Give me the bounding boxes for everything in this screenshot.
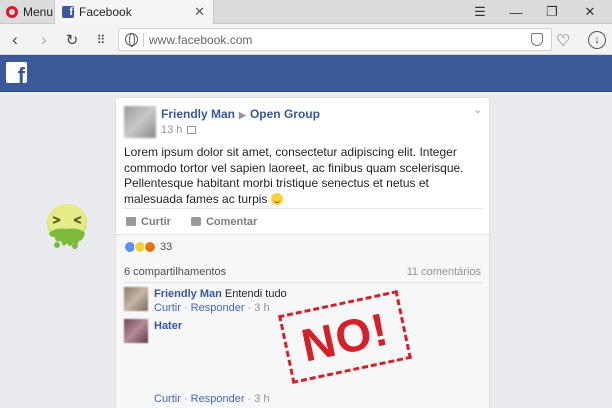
url-field[interactable]: www.facebook.com xyxy=(118,28,552,51)
comment-2-meta: Curtir · Responder · 3 h xyxy=(154,393,270,405)
shares-count[interactable]: 6 compartilhamentos xyxy=(124,266,226,278)
comment-like-link[interactable]: Curtir xyxy=(154,302,181,314)
comment-time[interactable]: 3 h xyxy=(254,302,269,314)
opera-menu-button[interactable]: Menu xyxy=(0,0,54,24)
tab-menu-icon[interactable]: ☰ xyxy=(462,0,498,24)
comments-count[interactable]: 11 comentários xyxy=(407,266,481,278)
comment-author[interactable]: Friendly Man xyxy=(154,288,222,300)
shield-icon[interactable] xyxy=(531,33,543,46)
avatar[interactable] xyxy=(124,106,156,138)
comment-1-meta: Curtir · Responder · 3 h xyxy=(154,302,270,314)
comment-1: Friendly Man Entendi tudo xyxy=(154,288,287,300)
bookmark-heart-icon[interactable]: ♡ xyxy=(556,31,570,51)
opera-logo-icon xyxy=(6,6,18,18)
url-divider xyxy=(143,33,144,47)
facebook-favicon-icon: f xyxy=(62,6,74,18)
post-meta: 13 h xyxy=(161,124,197,136)
like-button[interactable]: Curtir xyxy=(124,216,171,228)
post-options-chevron-icon[interactable]: ⌄ xyxy=(474,105,482,116)
comment-icon xyxy=(190,217,201,226)
thumbs-up-icon xyxy=(126,217,136,226)
comment-like-link[interactable]: Curtir xyxy=(154,393,181,405)
comment-time[interactable]: 3 h xyxy=(254,393,269,405)
post-group[interactable]: Open Group xyxy=(250,107,320,121)
browser-tab-bar: Menu f Facebook ✕ ☰ — ❐ ✕ xyxy=(0,0,612,24)
globe-icon xyxy=(125,33,138,47)
back-icon[interactable]: ‹ xyxy=(5,30,25,50)
speed-dial-icon[interactable]: ⠿ xyxy=(91,30,111,50)
post-body: Lorem ipsum dolor sit amet, consectetur … xyxy=(124,145,484,207)
group-audience-icon xyxy=(187,126,197,134)
url-text[interactable]: www.facebook.com xyxy=(149,33,252,47)
stamp-text: NO! xyxy=(296,302,394,372)
comment-reply-link[interactable]: Responder xyxy=(191,393,245,405)
minimize-icon[interactable]: — xyxy=(498,0,534,24)
address-toolbar: ‹ › ↻ ⠿ www.facebook.com xyxy=(0,24,612,55)
comment-avatar[interactable] xyxy=(124,287,148,311)
forward-icon[interactable]: › xyxy=(34,30,54,50)
tab-facebook[interactable]: f Facebook ✕ xyxy=(54,0,214,24)
post-text: Lorem ipsum dolor sit amet, consectetur … xyxy=(124,145,464,206)
vomit-sticker-icon xyxy=(47,204,87,249)
comment-label: Comentar xyxy=(205,215,258,228)
restore-icon[interactable]: ❐ xyxy=(534,0,570,24)
smile-emoji-icon xyxy=(270,192,283,205)
comment-button[interactable]: Comentar xyxy=(189,216,257,228)
comment-2: Hater xyxy=(154,320,182,332)
comment-reply-link[interactable]: Responder xyxy=(191,302,245,314)
post-time[interactable]: 13 h xyxy=(161,124,182,136)
like-label: Curtir xyxy=(141,215,171,228)
close-window-icon[interactable]: ✕ xyxy=(572,0,608,24)
menu-label: Menu xyxy=(23,5,54,19)
post-actions: Curtir Comentar xyxy=(124,208,483,234)
comment-author[interactable]: Hater xyxy=(154,320,182,332)
comment-text: Entendi tudo xyxy=(224,288,287,300)
facebook-header: f xyxy=(0,55,612,92)
download-icon[interactable]: ↓ xyxy=(588,31,606,49)
reaction-count: 33 xyxy=(160,241,173,253)
reload-icon[interactable]: ↻ xyxy=(62,30,82,50)
angry-reaction-icon xyxy=(144,241,156,253)
tab-close-icon[interactable]: ✕ xyxy=(194,4,205,20)
tab-title: Facebook xyxy=(79,5,132,19)
reactions-summary[interactable]: 33 xyxy=(124,241,172,253)
arrow-right-icon: ▶ xyxy=(239,110,246,120)
post-header: Friendly Man ▶ Open Group xyxy=(161,107,320,121)
comment-avatar[interactable] xyxy=(124,319,148,343)
post-author[interactable]: Friendly Man xyxy=(161,107,235,121)
divider xyxy=(124,282,483,283)
facebook-logo-icon[interactable]: f xyxy=(6,62,27,83)
